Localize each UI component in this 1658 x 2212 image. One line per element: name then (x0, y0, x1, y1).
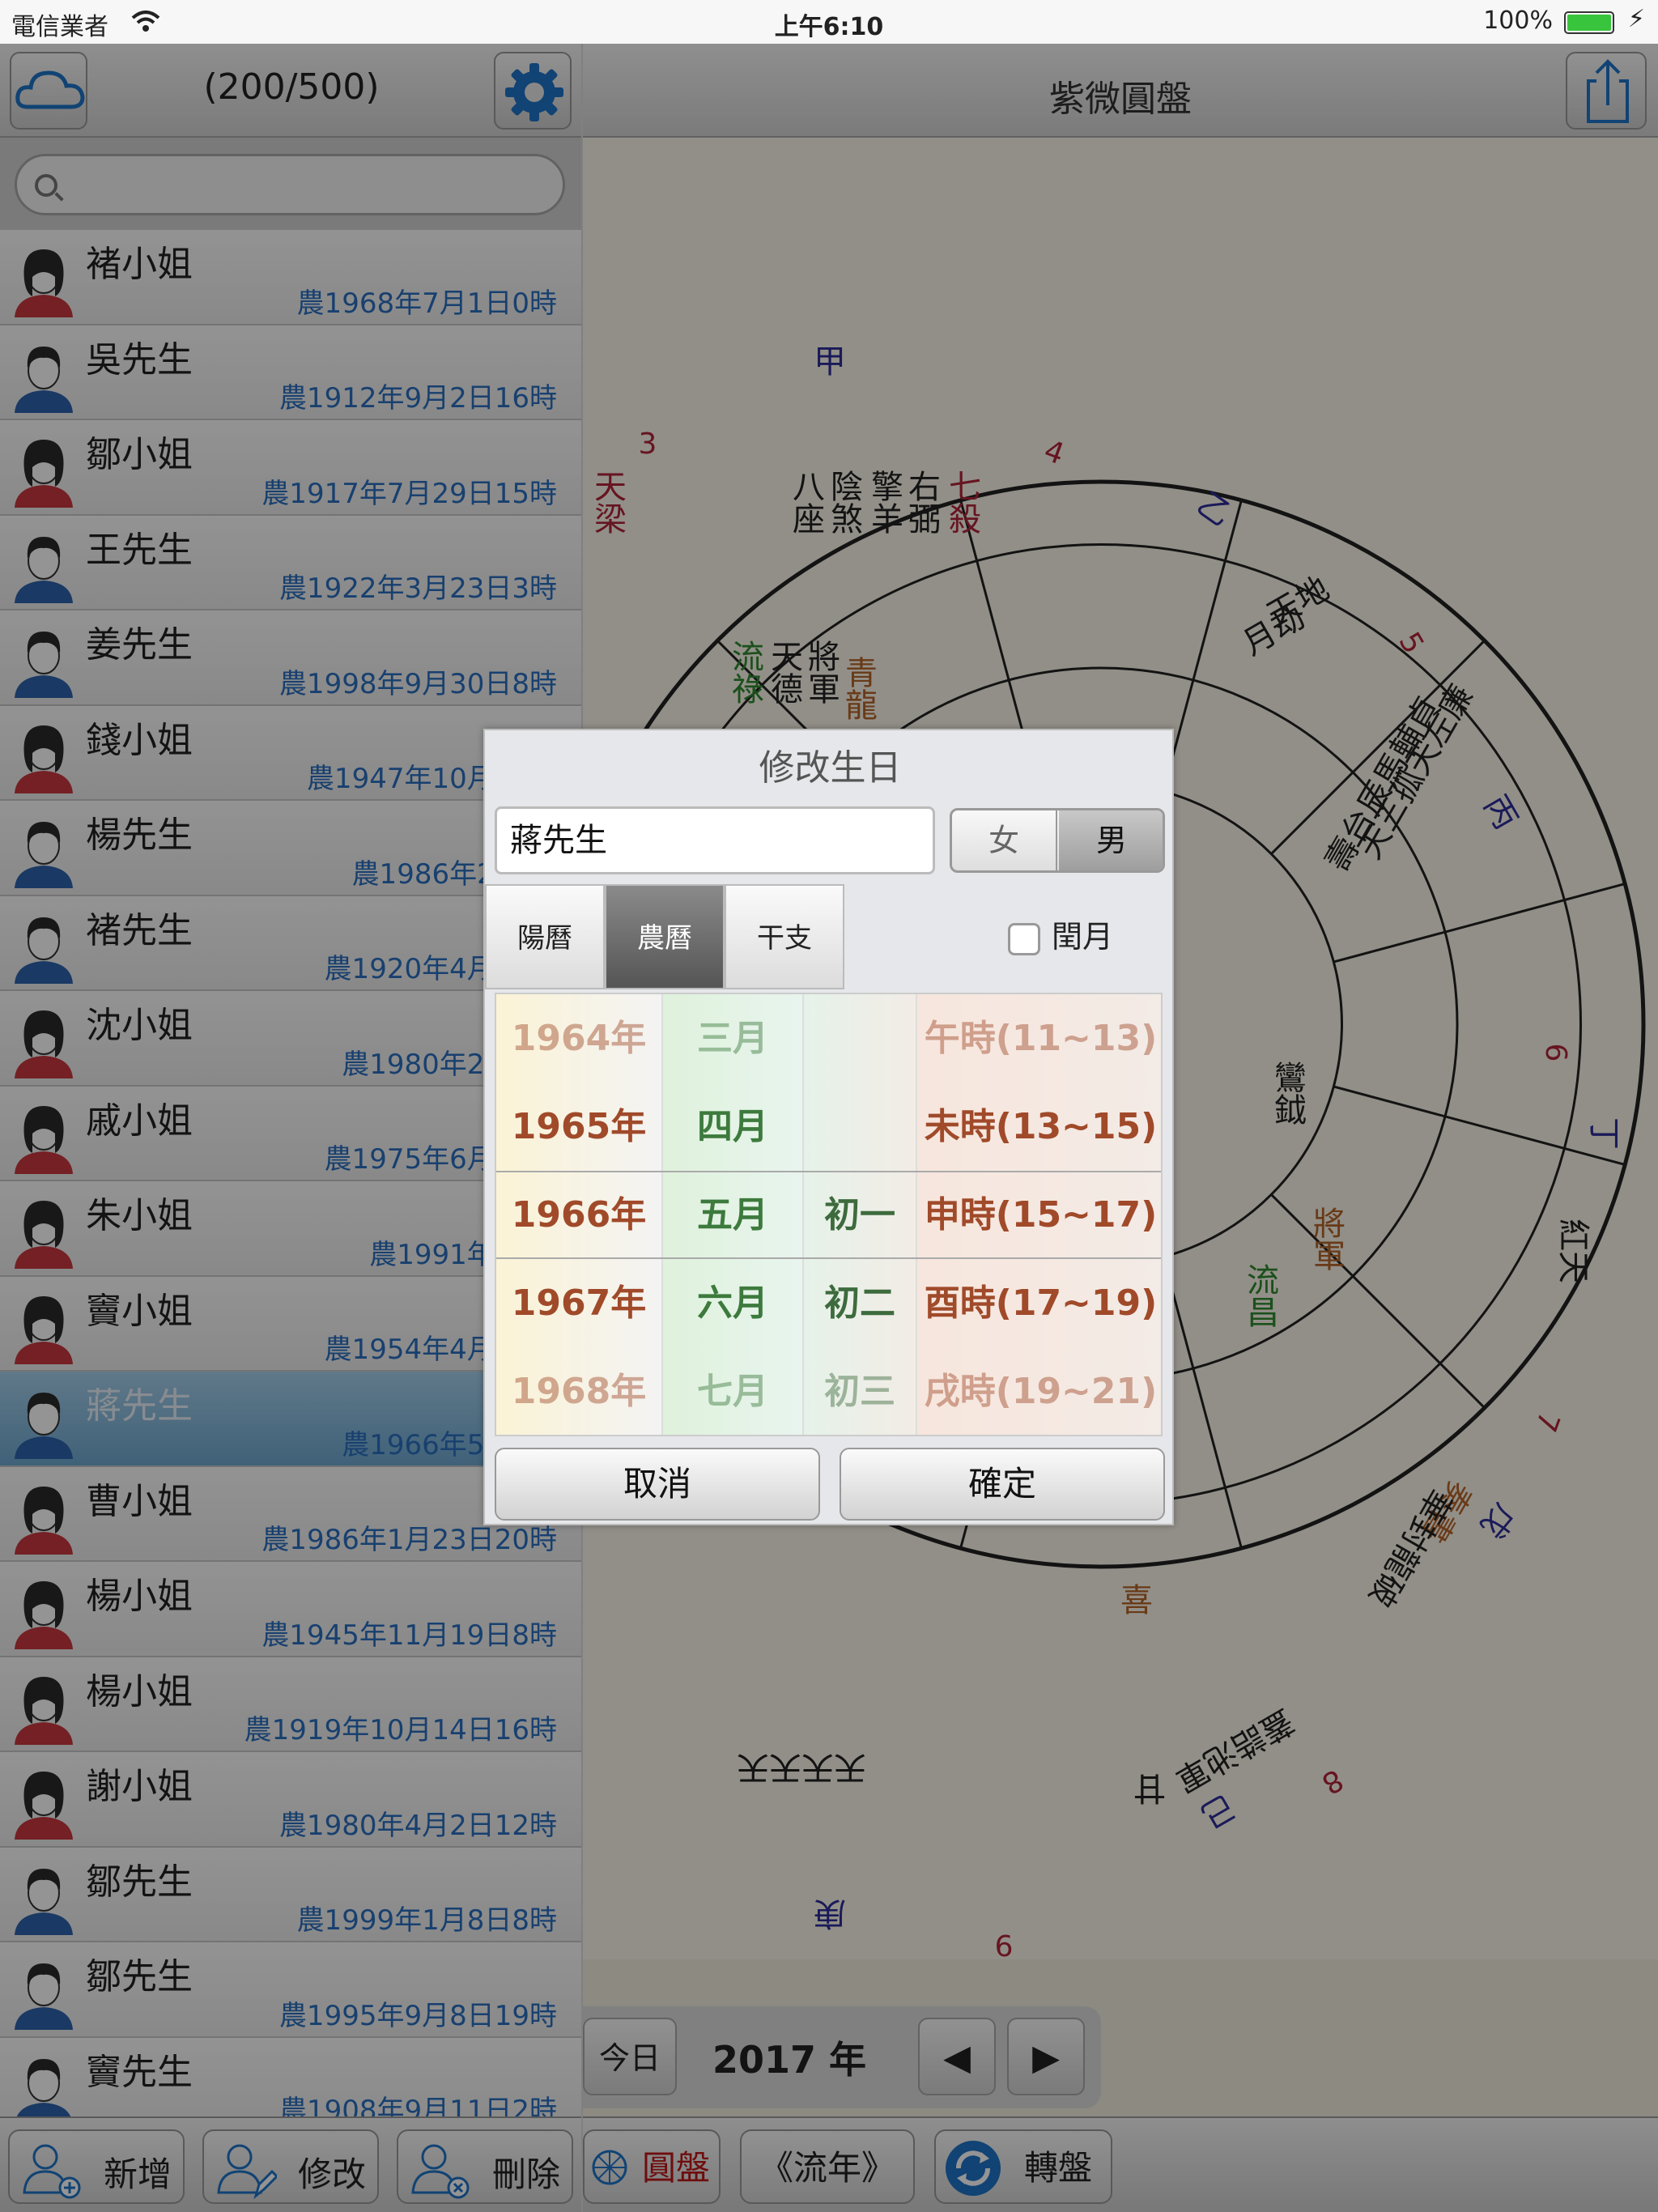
battery-percent: 100% (1483, 6, 1553, 35)
cancel-button[interactable]: 取消 (495, 1448, 820, 1521)
hour-option[interactable]: 申時(15~17) (917, 1171, 1161, 1259)
female-option[interactable]: 女 (952, 810, 1057, 870)
date-picker: 1964年 1965年 1966年 1967年 1968年 三月 四月 五月 六月 七月 初一初… (495, 993, 1163, 1436)
month-wheel[interactable]: 三月 四月 五月 六月 七月 (663, 994, 804, 1435)
day-wheel[interactable]: 初一 初二 初三 (804, 994, 917, 1435)
month-option[interactable]: 三月 (663, 994, 802, 1083)
year-option[interactable]: 1968年 (496, 1347, 661, 1435)
day-option[interactable]: 初二 (804, 1259, 916, 1347)
month-option[interactable]: 五月 (663, 1171, 802, 1259)
hour-option[interactable]: 未時(13~15) (917, 1083, 1161, 1171)
day-option[interactable]: 初一 (804, 1171, 916, 1259)
charging-icon: ⚡ (1627, 5, 1645, 33)
day-option[interactable] (804, 1083, 916, 1171)
year-wheel[interactable]: 1964年 1965年 1966年 1967年 1968年 (496, 994, 663, 1435)
status-bar: 電信業者 上午6:10 100% ⚡ (0, 0, 1658, 44)
month-option[interactable]: 四月 (663, 1083, 802, 1171)
tab-ganzhi[interactable]: 干支 (725, 884, 844, 989)
year-option[interactable]: 1965年 (496, 1083, 661, 1171)
year-option[interactable]: 1964年 (496, 994, 661, 1083)
month-option[interactable]: 六月 (663, 1259, 802, 1347)
dialog-title: 修改生日 (759, 747, 902, 789)
leap-label: 閏月 (1052, 919, 1114, 955)
confirm-button[interactable]: 確定 (840, 1448, 1165, 1521)
month-option[interactable]: 七月 (663, 1347, 802, 1435)
day-option[interactable] (804, 994, 916, 1083)
tab-solar[interactable]: 陽曆 (485, 884, 605, 989)
checkbox-box (1008, 922, 1040, 955)
year-option[interactable]: 1967年 (496, 1259, 661, 1347)
hour-option[interactable]: 酉時(17~19) (917, 1259, 1161, 1347)
sex-segmented-control: 女 男 (950, 808, 1165, 873)
leap-month-checkbox[interactable]: 閏月 (1008, 912, 1113, 956)
year-option[interactable]: 1966年 (496, 1171, 661, 1259)
hour-wheel[interactable]: 午時(11~13) 未時(13~15) 申時(15~17) 酉時(17~19) 戌時(1… (917, 994, 1161, 1435)
battery-icon (1564, 11, 1614, 34)
day-option[interactable]: 初三 (804, 1347, 916, 1435)
tab-lunar[interactable]: 農曆 (605, 884, 725, 989)
male-option[interactable]: 男 (1059, 810, 1163, 870)
clock: 上午6:10 (774, 13, 884, 41)
hour-option[interactable]: 午時(11~13) (917, 994, 1161, 1083)
name-field[interactable]: 蔣先生 (495, 806, 935, 874)
edit-birthday-dialog: 修改生日 蔣先生 女 男 陽曆 農曆 干支 閏月 1964年 1965年 1966年… (483, 729, 1174, 1525)
hour-option[interactable]: 戌時(19~21) (917, 1347, 1161, 1435)
